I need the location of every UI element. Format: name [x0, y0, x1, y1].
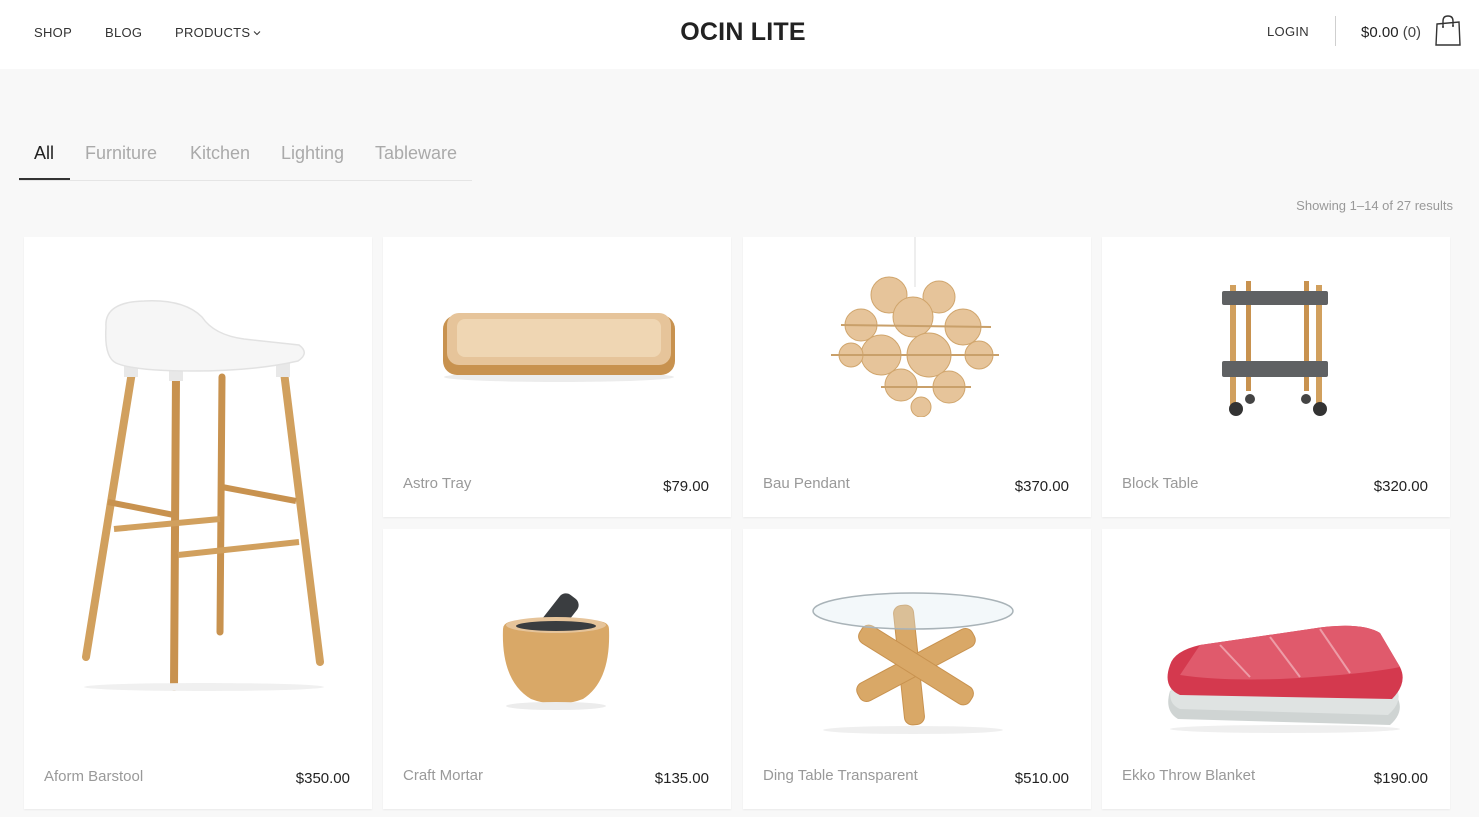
product-card-craft-mortar[interactable]: Craft Mortar $135.00	[383, 529, 731, 809]
product-price: $320.00	[1373, 478, 1428, 495]
folded-blanket-image	[1167, 625, 1403, 733]
pendant-lamp-image	[831, 237, 999, 417]
product-price: $350.00	[295, 770, 350, 787]
cart-total: $0.00	[1361, 24, 1399, 41]
product-title[interactable]: Ding Table Transparent	[763, 767, 918, 784]
product-title[interactable]: Aform Barstool	[44, 768, 143, 785]
trolley-table-image	[1222, 281, 1328, 416]
barstool-image	[82, 300, 324, 691]
tray-image	[443, 313, 675, 382]
product-card-astro-tray[interactable]: Astro Tray $79.00	[383, 237, 731, 517]
tab-kitchen[interactable]: Kitchen	[190, 143, 250, 164]
cart-summary-link[interactable]: $0.00 (0)	[1361, 24, 1421, 41]
tab-tableware[interactable]: Tableware	[375, 143, 457, 164]
product-title[interactable]: Astro Tray	[403, 475, 471, 492]
product-title[interactable]: Ekko Throw Blanket	[1122, 767, 1255, 784]
glass-table-image	[812, 592, 1014, 734]
tab-all[interactable]: All	[34, 143, 54, 164]
product-price: $190.00	[1373, 770, 1428, 787]
category-tabs: All Furniture Kitchen Lighting Tableware	[19, 143, 472, 181]
product-card-bau-pendant[interactable]: Bau Pendant $370.00	[743, 237, 1091, 517]
product-title[interactable]: Block Table	[1122, 475, 1198, 492]
site-logo[interactable]: OCIN LITE	[0, 18, 1479, 47]
mortar-image	[502, 593, 610, 710]
login-link[interactable]: LOGIN	[1267, 24, 1309, 39]
result-count: Showing 1–14 of 27 results	[1296, 198, 1453, 213]
shopping-bag-icon[interactable]	[1434, 15, 1462, 47]
product-card-aform-barstool[interactable]: Aform Barstool $350.00	[24, 237, 372, 809]
header-divider	[1335, 16, 1336, 46]
product-title[interactable]: Craft Mortar	[403, 767, 483, 784]
product-card-ding-table[interactable]: Ding Table Transparent $510.00	[743, 529, 1091, 809]
active-tab-indicator	[19, 178, 70, 180]
product-price: $135.00	[654, 770, 709, 787]
product-price: $79.00	[663, 478, 709, 495]
tab-lighting[interactable]: Lighting	[281, 143, 344, 164]
product-card-block-table[interactable]: Block Table $320.00	[1102, 237, 1450, 517]
product-price: $510.00	[1014, 770, 1069, 787]
product-price: $370.00	[1014, 478, 1069, 495]
product-card-ekko-throw-blanket[interactable]: Ekko Throw Blanket $190.00	[1102, 529, 1450, 809]
product-title[interactable]: Bau Pendant	[763, 475, 850, 492]
site-header: SHOP BLOG PRODUCTS OCIN LITE LOGIN $0.00…	[0, 0, 1479, 69]
cart-count: (0)	[1402, 24, 1422, 41]
tab-furniture[interactable]: Furniture	[85, 143, 157, 164]
